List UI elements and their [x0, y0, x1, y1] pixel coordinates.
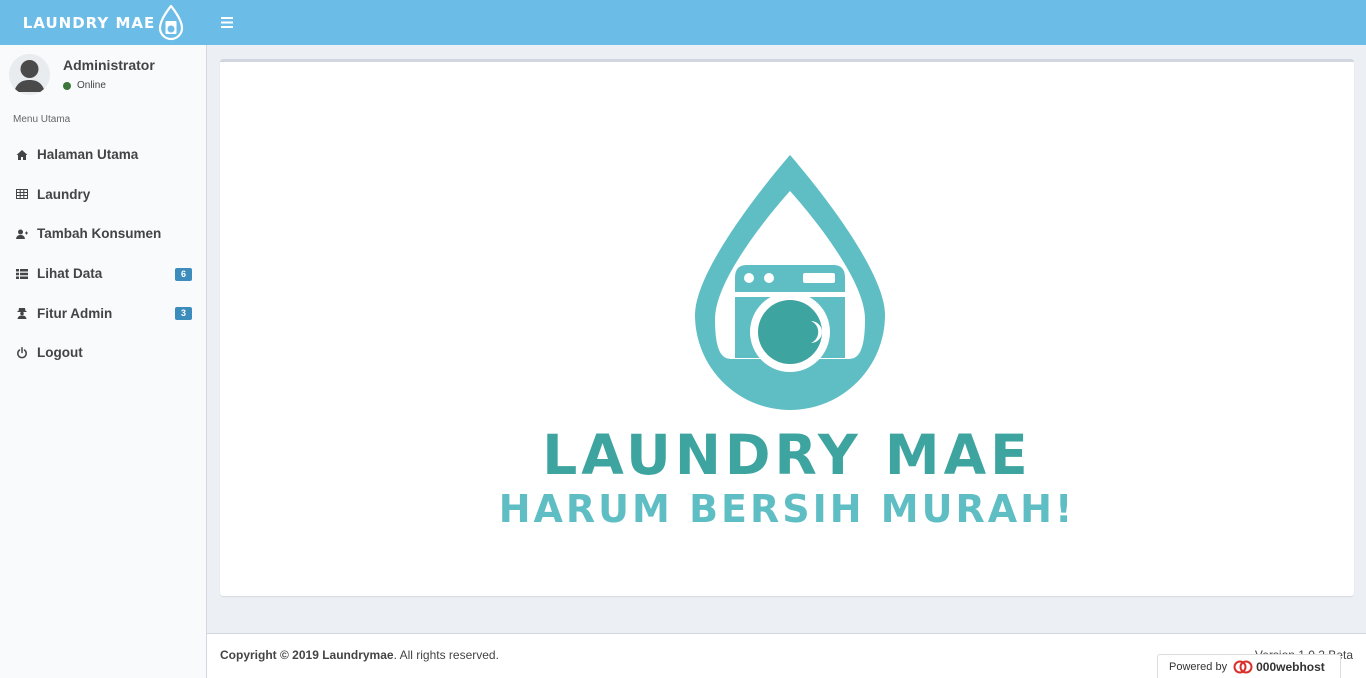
user-secret-icon: [15, 306, 29, 320]
powered-by-logo: 000webhost: [1233, 660, 1325, 674]
sidebar: Administrator Online Menu Utama Halaman …: [0, 45, 207, 678]
brand-text: LAUNDRY MAE: [22, 13, 156, 32]
sidebar-item-logout[interactable]: Logout: [0, 333, 206, 373]
sidebar-item-label: Fitur Admin: [37, 305, 113, 321]
user-status[interactable]: Online: [63, 80, 106, 91]
sidebar-item-label: Laundry: [37, 186, 91, 202]
copyright-rights: . All rights reserved.: [393, 648, 499, 662]
table-icon: [15, 187, 29, 201]
sidebar-item-halaman-utama[interactable]: Halaman Utama: [0, 135, 206, 175]
brand-logo-link[interactable]: LAUNDRY MAE: [0, 0, 207, 45]
copyright-text: Copyright © 2019 Laundrymae. All rights …: [220, 648, 499, 662]
copyright-owner: Copyright © 2019 Laundrymae: [220, 648, 394, 662]
hero-title: LAUNDRY MAE: [542, 423, 1032, 487]
user-name: Administrator: [63, 57, 155, 73]
sidebar-item-label: Tambah Konsumen: [37, 226, 162, 242]
sidebar-item-label: Lihat Data: [37, 266, 103, 282]
footer: Copyright © 2019 Laundrymae. All rights …: [207, 633, 1366, 678]
count-badge: 6: [175, 267, 192, 281]
powered-by-brand: 000webhost: [1256, 660, 1325, 674]
bars-icon: [221, 16, 233, 28]
menu-header: Menu Utama: [13, 114, 71, 125]
sidebar-item-tambah-konsumen[interactable]: Tambah Konsumen: [0, 214, 206, 254]
powered-by-badge[interactable]: Powered by 000webhost: [1157, 654, 1341, 678]
sidebar-toggle-button[interactable]: [213, 6, 241, 38]
washing-machine-drop-icon: [159, 4, 184, 40]
sidebar-item-laundry[interactable]: Laundry: [0, 175, 206, 215]
laundry-logo-drop-icon: [695, 155, 885, 410]
sidebar-item-fitur-admin[interactable]: Fitur Admin 3: [0, 293, 206, 333]
home-icon: [15, 148, 29, 162]
user-avatar-icon: [9, 54, 50, 95]
power-off-icon: [15, 346, 29, 360]
sidebar-item-label: Logout: [37, 345, 83, 361]
sidebar-item-label: Halaman Utama: [37, 147, 139, 163]
webhost-logo-icon: [1233, 660, 1253, 674]
user-status-label: Online: [77, 80, 106, 91]
count-badge: 3: [175, 307, 192, 321]
avatar: [9, 54, 50, 95]
hero-tagline: HARUM BERSIH MURAH!: [498, 487, 1076, 531]
sidebar-menu: Halaman Utama Laundry Tambah Konsumen Li…: [0, 135, 206, 373]
online-status-dot-icon: [63, 81, 71, 90]
user-panel: Administrator Online: [0, 45, 206, 107]
powered-by-label: Powered by: [1169, 661, 1228, 673]
list-icon: [15, 267, 29, 281]
user-plus-icon: [15, 227, 29, 241]
main-content-box: LAUNDRY MAE HARUM BERSIH MURAH!: [220, 59, 1354, 596]
top-navbar: LAUNDRY MAE: [0, 0, 1366, 45]
sidebar-item-lihat-data[interactable]: Lihat Data 6: [0, 254, 206, 294]
